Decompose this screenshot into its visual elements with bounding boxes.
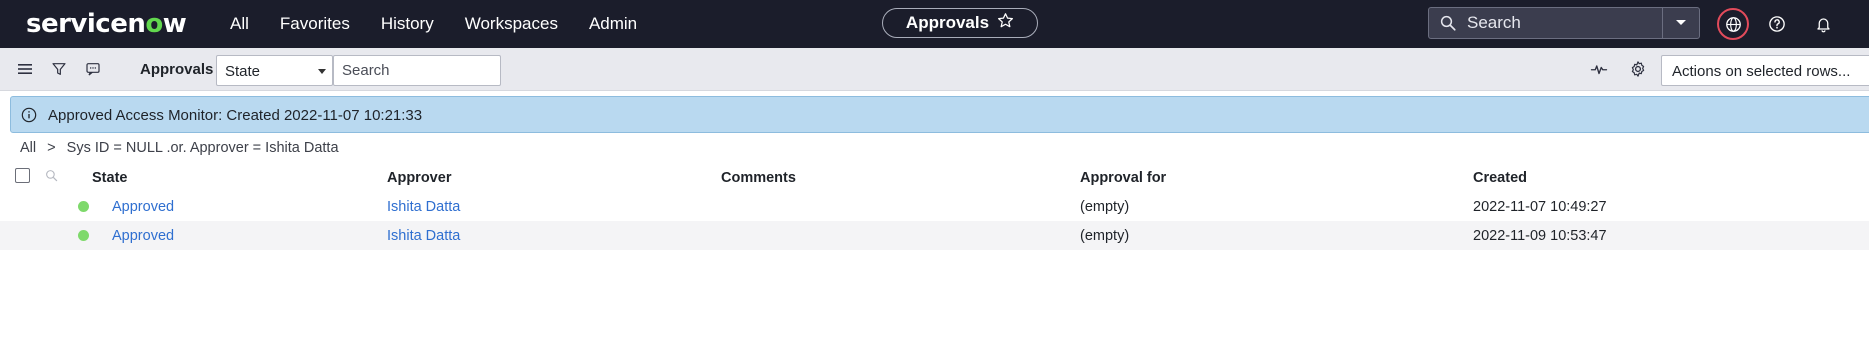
servicenow-logo[interactable]: servicenow <box>26 9 187 39</box>
current-page-pill[interactable]: Approvals <box>882 8 1038 38</box>
globe-icon <box>1725 16 1741 32</box>
actions-select-label: Actions on selected rows... <box>1672 63 1851 80</box>
global-search-input[interactable]: Search <box>1467 13 1662 33</box>
table-row: Approved Ishita Datta (empty) 2022-11-07… <box>0 192 1869 221</box>
bell-icon <box>1816 18 1830 33</box>
star-icon[interactable] <box>997 12 1014 34</box>
chevron-down-icon <box>1676 20 1686 25</box>
table-header: State Approver Comments Approval for Cre… <box>0 163 1869 193</box>
breadcrumb-all[interactable]: All <box>20 140 36 156</box>
column-header-approval-for[interactable]: Approval for <box>1080 170 1166 186</box>
caret-down-icon <box>318 69 326 74</box>
hamburger-menu-icon[interactable] <box>16 60 34 78</box>
filter-breadcrumb: All > Sys ID = NULL .or. Approver = Ishi… <box>20 140 346 156</box>
info-icon <box>21 107 37 123</box>
global-search[interactable]: Search <box>1428 7 1700 39</box>
column-header-created[interactable]: Created <box>1473 170 1527 186</box>
created-cell: 2022-11-07 10:49:27 <box>1473 199 1607 215</box>
top-navigation-bar: servicenow All Favorites History Workspa… <box>0 0 1869 48</box>
list-search-input[interactable] <box>333 55 501 86</box>
info-message-text: Approved Access Monitor: Created 2022-11… <box>48 107 423 124</box>
nav-admin[interactable]: Admin <box>589 14 637 34</box>
comment-icon[interactable] <box>84 60 102 78</box>
state-link[interactable]: Approved <box>112 199 174 215</box>
nav-history[interactable]: History <box>381 14 434 34</box>
table-row: Approved Ishita Datta (empty) 2022-11-09… <box>0 221 1869 250</box>
actions-on-selected-rows-select[interactable]: Actions on selected rows... <box>1661 55 1869 86</box>
help-button[interactable] <box>1766 13 1788 35</box>
status-indicator <box>78 201 89 212</box>
approval-for-cell: (empty) <box>1080 228 1130 244</box>
column-header-approver[interactable]: Approver <box>387 170 451 186</box>
breadcrumb-separator: > <box>47 140 56 156</box>
language-globe-button[interactable] <box>1717 8 1749 40</box>
select-all-checkbox[interactable] <box>15 168 30 183</box>
approval-for-cell: (empty) <box>1080 199 1130 215</box>
gear-icon[interactable] <box>1629 60 1647 78</box>
search-field-value: State <box>225 63 261 80</box>
column-search-icon[interactable] <box>45 169 58 182</box>
nav-all[interactable]: All <box>230 14 249 34</box>
created-cell: 2022-11-09 10:53:47 <box>1473 228 1607 244</box>
info-message-banner: Approved Access Monitor: Created 2022-11… <box>10 96 1869 133</box>
state-link[interactable]: Approved <box>112 228 174 244</box>
nav-workspaces[interactable]: Workspaces <box>465 14 558 34</box>
list-toolbar: Approvals State Actions on selected rows… <box>0 48 1869 91</box>
notifications-button[interactable] <box>1812 13 1834 35</box>
help-icon <box>1769 16 1785 32</box>
current-page-title: Approvals <box>905 13 990 32</box>
approver-link[interactable]: Ishita Datta <box>387 199 460 215</box>
column-header-comments[interactable]: Comments <box>721 170 796 186</box>
column-header-state[interactable]: State <box>92 170 127 186</box>
approver-link[interactable]: Ishita Datta <box>387 228 460 244</box>
status-indicator <box>78 230 89 241</box>
search-scope-dropdown[interactable] <box>1662 8 1699 38</box>
main-nav-links: All Favorites History Workspaces Admin <box>230 14 668 34</box>
list-title: Approvals <box>140 61 214 78</box>
activity-pulse-icon[interactable] <box>1590 60 1608 78</box>
search-icon <box>1439 14 1457 32</box>
filter-icon[interactable] <box>50 60 68 78</box>
search-field-select[interactable]: State <box>216 55 333 86</box>
breadcrumb-filter-condition[interactable]: Sys ID = NULL .or. Approver = Ishita Dat… <box>67 140 339 156</box>
nav-favorites[interactable]: Favorites <box>280 14 350 34</box>
